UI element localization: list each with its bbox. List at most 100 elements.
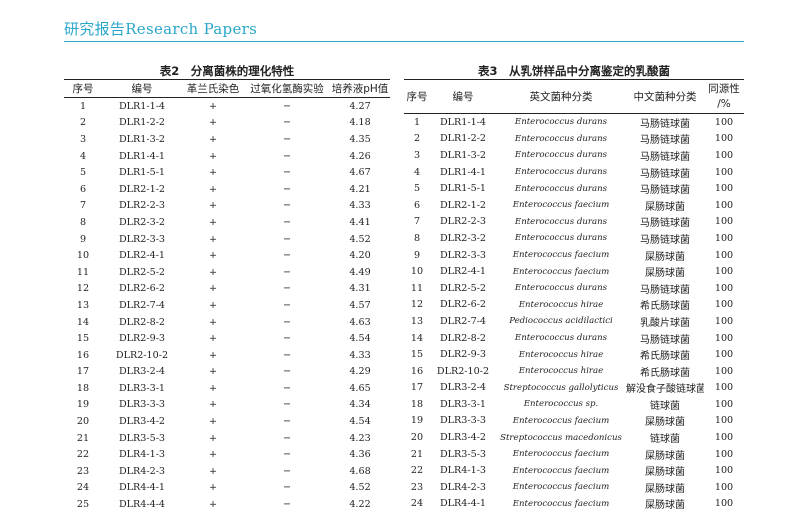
table-row: 3 DLR1-3-2 Enterococcus durans 马肠链球菌 100	[404, 147, 744, 164]
table-cell: 马肠链球菌	[640, 151, 690, 163]
table-cell: DLR1-5-1	[439, 183, 487, 195]
table-row: 17 DLR3-2-4 Streptococcus gallolyticus 解没食子…	[404, 380, 744, 397]
col-header: 英文菌种分类	[529, 91, 593, 103]
table-cell: −	[282, 316, 292, 328]
table-cell: +	[208, 316, 218, 328]
table-cell: +	[208, 399, 218, 411]
table-cell: 4.63	[349, 316, 371, 328]
table-row: 13 DLR2-7-4 Pediococcus acidilactici 乳酸片球菌 1…	[404, 313, 744, 330]
table-cell: 14	[410, 332, 424, 344]
table-cell: 解没食子酸链球菌	[626, 384, 704, 396]
table-row: 9 DLR2-3-3 Enterococcus faecium 屎肠球菌 100	[404, 247, 744, 264]
table-cell: 屎肠球菌	[645, 450, 685, 462]
table-cell: +	[208, 200, 218, 212]
table-row: 16 DLR2-10-2 + − 4.33	[64, 347, 390, 364]
table-row: 7 DLR2-2-3 Enterococcus durans 马肠链球菌 100	[404, 214, 744, 231]
table-cell: 6	[79, 183, 87, 195]
table-row: 2 DLR1-2-2 Enterococcus durans 马肠链球菌 100	[404, 131, 744, 148]
table-row: 21 DLR3-5-3 Enterococcus faecium 屎肠球菌 100	[404, 446, 744, 463]
table-cell: DLR2-8-2	[118, 316, 166, 328]
table-cell: Enterococcus hirae	[518, 299, 604, 310]
table-cell: 4.68	[349, 465, 371, 477]
table-cell: 100	[714, 149, 734, 161]
table-cell: DLR3-2-4	[118, 366, 166, 378]
table-cell: +	[208, 216, 218, 228]
table-cell: 4.54	[349, 416, 371, 428]
table-cell: DLR3-3-1	[118, 382, 166, 394]
table-cell: 4.22	[349, 499, 371, 511]
table-cell: DLR3-3-3	[439, 415, 487, 427]
table-cell: DLR1-1-4	[439, 116, 487, 128]
table-3-caption: 表3 从乳饼样品中分离鉴定的乳酸菌	[478, 64, 670, 78]
table-row: 6 DLR2-1-2 + − 4.21	[64, 181, 390, 198]
table-cell: 12	[76, 283, 90, 295]
table-row: 2 DLR1-2-2 + − 4.18	[64, 115, 390, 132]
table-row: 15 DLR2-9-3 + − 4.54	[64, 330, 390, 347]
table-row: 10 DLR2-4-1 + − 4.20	[64, 247, 390, 264]
table-cell: −	[282, 399, 292, 411]
table-cell: 希氏肠球菌	[640, 301, 690, 313]
table-cell: 希氏肠球菌	[640, 367, 690, 379]
table-cell: 13	[410, 315, 424, 327]
table-cell: DLR1-2-2	[439, 133, 487, 145]
table-cell: 100	[714, 282, 734, 294]
table-cell: Streptococcus gallolyticus	[503, 382, 619, 393]
table-cell: 12	[410, 299, 424, 311]
table-cell: 18	[410, 398, 424, 410]
header-rule	[64, 41, 744, 42]
table-cell: Enterococcus durans	[514, 233, 608, 244]
table-cell: −	[282, 150, 292, 162]
table-row: 3 DLR1-3-2 + − 4.35	[64, 131, 390, 148]
table-cell: DLR4-4-4	[118, 499, 166, 511]
table-cell: 4.21	[349, 183, 371, 195]
table-2-header-row: 序号 编号 革兰氏染色 过氧化氢酶实验 培养液pH值	[64, 79, 390, 98]
table-cell: +	[208, 333, 218, 345]
table-cell: 100	[714, 448, 734, 460]
table-cell: 100	[714, 199, 734, 211]
table-cell: DLR2-4-1	[439, 266, 487, 278]
table-row: 24 DLR4-4-1 + − 4.52	[64, 480, 390, 497]
table-cell: 马肠链球菌	[640, 284, 690, 296]
table-cell: 20	[410, 432, 424, 444]
table-cell: DLR4-4-1	[439, 498, 487, 510]
table-cell: 9	[413, 249, 421, 261]
table-cell: DLR2-8-2	[439, 332, 487, 344]
table-cell: −	[282, 133, 292, 145]
table-row: 7 DLR2-2-3 + − 4.33	[64, 198, 390, 215]
table-row: 19 DLR3-3-3 + − 4.34	[64, 397, 390, 414]
table-cell: +	[208, 366, 218, 378]
table-cell: 4.20	[349, 250, 371, 262]
table-cell: DLR1-3-2	[439, 149, 487, 161]
table-cell: 18	[76, 382, 90, 394]
table-row: 5 DLR1-5-1 + − 4.67	[64, 164, 390, 181]
table-cell: DLR3-5-3	[118, 432, 166, 444]
table-cell: −	[282, 250, 292, 262]
table-cell: DLR2-3-3	[118, 233, 166, 245]
table-cell: DLR4-2-3	[118, 465, 166, 477]
table-cell: 4.67	[349, 167, 371, 179]
table-3-header-row: 序号 编号 英文菌种分类 中文菌种分类 同源性 /%	[404, 79, 744, 114]
table-cell: 100	[714, 332, 734, 344]
table-cell: DLR2-5-2	[439, 282, 487, 294]
table-cell: 11	[410, 282, 424, 294]
table-cell: Enterococcus durans	[514, 283, 608, 294]
table-row: 11 DLR2-5-2 Enterococcus durans 马肠链球菌 100	[404, 280, 744, 297]
table-cell: +	[208, 150, 218, 162]
table-row: 5 DLR1-5-1 Enterococcus durans 马肠链球菌 100	[404, 180, 744, 197]
table-cell: 4.33	[349, 200, 371, 212]
table-cell: −	[282, 299, 292, 311]
table-cell: 3	[413, 149, 421, 161]
table-cell: 100	[714, 382, 734, 394]
table-cell: DLR3-4-2	[439, 432, 487, 444]
table-cell: 2	[413, 133, 421, 145]
table-cell: 1	[79, 100, 87, 112]
table-cell: 100	[714, 133, 734, 145]
table-cell: 19	[76, 399, 90, 411]
table-cell: DLR2-3-2	[118, 216, 166, 228]
table-2-grid: 序号 编号 革兰氏染色 过氧化氢酶实验 培养液pH值 1 DLR1-1-4 + − 4.…	[64, 79, 390, 513]
table-row: 20 DLR3-4-2 + − 4.54	[64, 413, 390, 430]
table-3-body: 1 DLR1-1-4 Enterococcus durans 马肠链球菌 100 2 DLR…	[404, 114, 744, 513]
table-cell: +	[208, 183, 218, 195]
table-cell: DLR2-6-2	[118, 283, 166, 295]
table-cell: DLR1-4-1	[118, 150, 166, 162]
